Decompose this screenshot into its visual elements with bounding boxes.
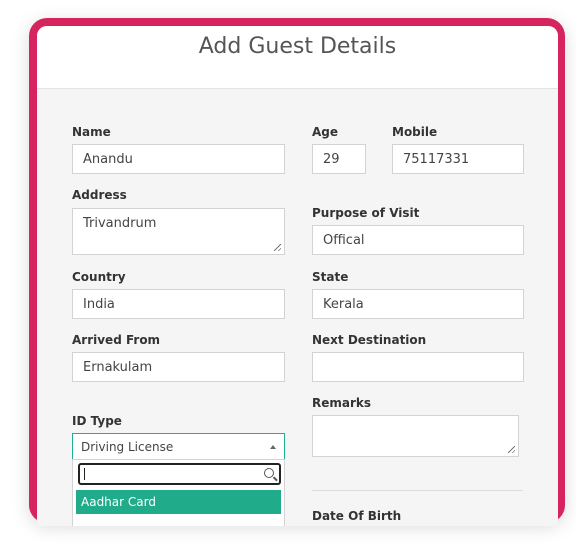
mobile-input[interactable]: 75117331 <box>392 144 524 174</box>
id-type-search-input[interactable] <box>78 463 281 485</box>
resize-handle-icon[interactable] <box>508 446 515 453</box>
age-label: Age <box>312 125 339 139</box>
form-header: Add Guest Details <box>37 26 558 89</box>
next-destination-input[interactable] <box>312 352 524 382</box>
page-title: Add Guest Details <box>198 34 397 59</box>
id-type-label: ID Type <box>72 414 122 428</box>
country-label: Country <box>72 270 126 284</box>
name-label: Name <box>72 125 111 139</box>
purpose-value: Offical <box>323 232 365 248</box>
resize-handle-icon[interactable] <box>274 244 281 251</box>
arrived-from-input[interactable]: Ernakulam <box>72 352 285 382</box>
state-label: State <box>312 270 349 284</box>
purpose-label: Purpose of Visit <box>312 206 420 220</box>
mobile-label: Mobile <box>392 125 438 139</box>
address-label: Address <box>72 188 127 202</box>
country-input[interactable]: India <box>72 289 285 319</box>
state-input[interactable]: Kerala <box>312 289 524 319</box>
text-cursor <box>84 468 85 480</box>
age-value: 29 <box>323 151 340 167</box>
search-icon <box>264 468 274 478</box>
caret-up-icon <box>270 445 276 449</box>
id-type-select[interactable]: Driving License <box>72 433 285 459</box>
dropdown-option[interactable]: Aadhar Card <box>76 490 281 514</box>
mobile-value: 75117331 <box>403 151 470 167</box>
remarks-label: Remarks <box>312 396 372 410</box>
guest-form-card: Add Guest Details Name Anandu Age 29 Mob… <box>37 26 558 526</box>
next-destination-label: Next Destination <box>312 333 427 347</box>
address-textarea[interactable]: Trivandrum <box>72 208 285 255</box>
name-value: Anandu <box>83 151 133 167</box>
country-value: India <box>83 296 115 312</box>
state-value: Kerala <box>323 296 364 312</box>
id-type-selected: Driving License <box>81 439 174 454</box>
arrived-from-label: Arrived From <box>72 333 161 347</box>
dob-label: Date Of Birth <box>312 509 402 523</box>
address-value: Trivandrum <box>83 216 157 231</box>
purpose-input[interactable]: Offical <box>312 225 524 255</box>
name-input[interactable]: Anandu <box>72 144 285 174</box>
age-input[interactable]: 29 <box>312 144 366 174</box>
id-type-dropdown: Aadhar Card <box>72 459 285 526</box>
remarks-textarea[interactable] <box>312 415 519 457</box>
arrived-from-value: Ernakulam <box>83 359 153 375</box>
section-divider <box>312 490 523 491</box>
